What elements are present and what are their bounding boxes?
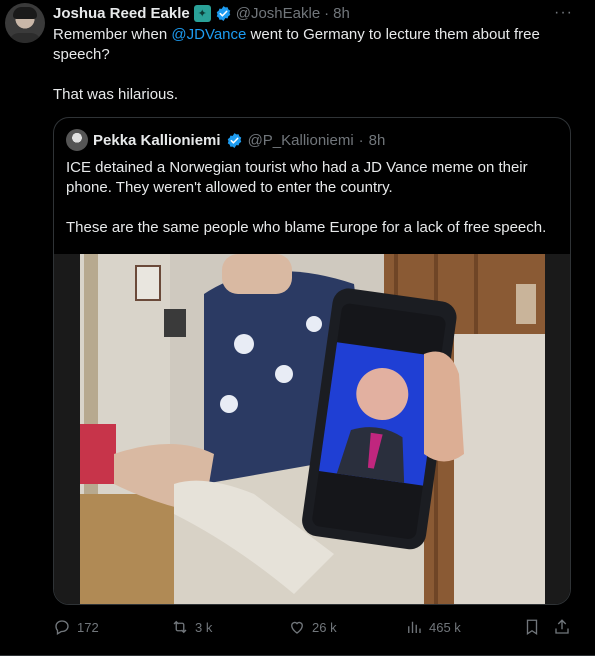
tweet-text-line2: That was hilarious. — [53, 86, 179, 103]
statue-of-liberty-emoji-icon: ✦ — [193, 4, 211, 22]
views-count: 465 k — [429, 619, 461, 635]
views-button[interactable]: 465 k — [405, 618, 461, 636]
more-options-icon[interactable]: ··· — [554, 4, 573, 22]
repost-icon — [173, 620, 187, 634]
like-count: 26 k — [312, 619, 337, 635]
quoted-author-name[interactable]: Pekka Kallioniemi — [93, 132, 221, 149]
separator-dot: · — [324, 4, 330, 22]
repost-count: 3 k — [195, 619, 213, 635]
verified-badge-icon — [216, 5, 230, 21]
quoted-text-para2: These are the same people who blame Euro… — [66, 219, 547, 236]
author-handle[interactable]: @JoshEakle — [236, 5, 320, 22]
repost-button[interactable]: 3 k — [171, 618, 212, 636]
heart-icon — [291, 621, 303, 634]
verified-badge-icon — [227, 132, 241, 148]
quoted-tweet[interactable]: Pekka Kallioniemi @P_Kallioniemi · 8h IC… — [53, 117, 571, 605]
bookmark-button[interactable] — [523, 618, 541, 636]
share-button[interactable] — [553, 618, 571, 636]
quoted-author-handle[interactable]: @P_Kallioniemi — [248, 132, 354, 149]
reply-icon — [55, 620, 69, 635]
quoted-tweet-photo[interactable] — [54, 254, 570, 604]
author-name[interactable]: Joshua Reed Eakle — [53, 5, 190, 22]
quoted-tweet-text: ICE detained a Norwegian tourist who had… — [66, 158, 560, 258]
mention-link[interactable]: @JDVance — [171, 26, 246, 43]
tweet-time[interactable]: 8h — [333, 5, 350, 22]
like-button[interactable]: 26 k — [288, 618, 337, 636]
reply-count: 172 — [77, 619, 99, 635]
tweet-text-pre: Remember when — [53, 26, 172, 43]
quoted-tweet-header: Pekka Kallioniemi @P_Kallioniemi · 8h — [66, 129, 386, 151]
action-bar: 172 3 k 26 k 465 k — [53, 618, 573, 638]
tweet-header: Joshua Reed Eakle ✦ @JoshEakle · 8h — [53, 3, 350, 23]
separator-dot: · — [358, 131, 364, 149]
quoted-text-para1: ICE detained a Norwegian tourist who had… — [66, 159, 528, 196]
share-icon — [555, 619, 569, 634]
quoted-tweet-time[interactable]: 8h — [369, 132, 386, 149]
views-chart-icon — [408, 621, 421, 633]
tweet[interactable]: Joshua Reed Eakle ✦ @JoshEakle · 8h ··· … — [0, 0, 595, 656]
bookmark-icon — [526, 619, 538, 636]
avatar[interactable] — [5, 3, 45, 43]
photo-person-holding-phone — [54, 254, 570, 604]
quoted-avatar[interactable] — [66, 129, 88, 151]
tweet-text: Remember when @JDVance went to Germany t… — [53, 25, 573, 125]
reply-button[interactable]: 172 — [53, 618, 99, 636]
